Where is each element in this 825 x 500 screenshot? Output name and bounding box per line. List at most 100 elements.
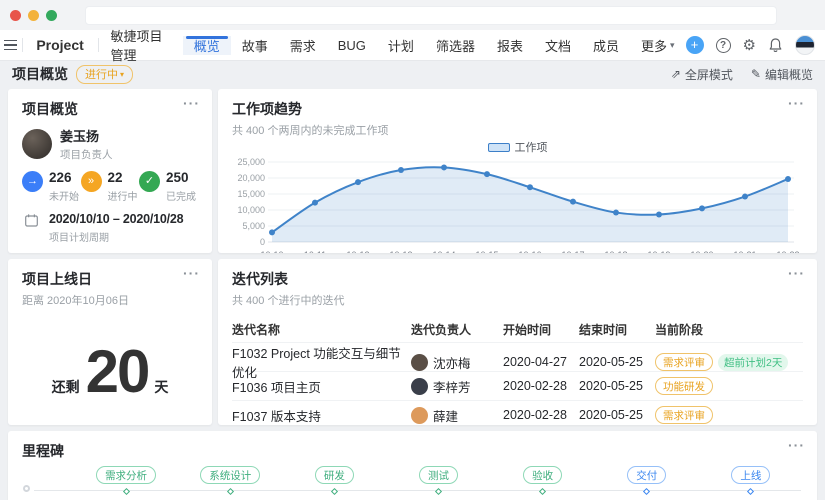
nav-tabs: 概览 故事 需求 BUG 计划 筛选器 报表 文档 成员 更多 ▾ bbox=[182, 35, 686, 55]
card-title: 项目概览 bbox=[22, 101, 78, 117]
help-icon[interactable]: ? bbox=[715, 37, 731, 53]
milestone-系统设计[interactable]: 系统设计状态: 已完成2020年10月02日 bbox=[178, 461, 282, 500]
stat-value: 250 bbox=[166, 170, 189, 185]
milestone-测试[interactable]: 测试状态: 已完成2020年10月05日 bbox=[386, 461, 490, 500]
owner-name: 薛建 bbox=[433, 409, 459, 424]
calendar-icon bbox=[22, 212, 40, 228]
fullscreen-button[interactable]: ⇗ 全屏模式 bbox=[671, 66, 733, 83]
milestone-marker-icon bbox=[643, 487, 651, 496]
column-header: 当前阶段 bbox=[655, 322, 704, 337]
table-row[interactable]: F1032 Project 功能交互与细节优化 沈亦梅 2020-04-27 2020… bbox=[232, 342, 803, 380]
start-date: 2020-04-27 bbox=[503, 355, 567, 369]
svg-text:10-20: 10-20 bbox=[690, 250, 713, 253]
milestone-marker-icon bbox=[434, 487, 443, 496]
window-zoom-button[interactable] bbox=[46, 9, 57, 21]
svg-text:10-12: 10-12 bbox=[346, 250, 369, 253]
user-avatar[interactable] bbox=[795, 35, 815, 55]
trend-line-chart[interactable]: 0 5,000 10,000 15,000 20,000 25,000 10-10 10-11… bbox=[232, 155, 799, 253]
menu-icon[interactable] bbox=[0, 39, 22, 51]
tab-plan[interactable]: 计划 bbox=[377, 36, 425, 55]
launch-day-card: 项目上线日 ··· 距离 2020年10月06日 还剩 20 天 bbox=[8, 259, 212, 425]
owner-avatar[interactable] bbox=[22, 129, 52, 159]
svg-text:10-11: 10-11 bbox=[304, 250, 326, 253]
milestone-label: 验收 bbox=[523, 466, 563, 484]
milestone-timeline: 需求分析状态: 未完成2020年10月01日系统设计状态: 已完成2020年10… bbox=[22, 461, 803, 500]
svg-text:15,000: 15,000 bbox=[237, 189, 265, 199]
milestone-需求分析[interactable]: 需求分析状态: 未完成2020年10月01日 bbox=[74, 461, 178, 500]
start-date: 2020-02-28 bbox=[503, 408, 567, 422]
product-name[interactable]: Project bbox=[22, 37, 97, 53]
milestone-card: 里程碑 ··· 需求分析状态: 未完成2020年10月01日系统设计状态: 已完… bbox=[8, 431, 817, 500]
owner-avatar bbox=[411, 353, 428, 371]
add-icon[interactable]: + bbox=[685, 36, 704, 54]
status-stats: → 226 未开始» 22 进行中 ✓ 250 已完成 bbox=[22, 170, 198, 203]
tab-requirement[interactable]: 需求 bbox=[279, 36, 327, 55]
more-menu-icon[interactable]: ··· bbox=[183, 265, 200, 281]
owner-avatar bbox=[411, 406, 428, 424]
tab-member[interactable]: 成员 bbox=[582, 36, 630, 55]
gear-icon[interactable]: ⚙ bbox=[743, 38, 756, 53]
bell-icon[interactable] bbox=[768, 37, 783, 53]
tab-overview[interactable]: 概览 bbox=[182, 35, 231, 55]
chevron-down-icon: ▾ bbox=[120, 69, 125, 79]
more-menu-icon[interactable]: ··· bbox=[788, 437, 805, 453]
chart-legend: 工作项 bbox=[232, 139, 803, 155]
milestone-研发[interactable]: 研发状态: 已完成2020年10月03日 bbox=[282, 461, 386, 500]
stat-进行中: » 22 进行中 bbox=[80, 170, 138, 203]
iteration-name[interactable]: F1032 Project 功能交互与细节优化 bbox=[232, 343, 411, 381]
tab-more[interactable]: 更多 ▾ bbox=[630, 36, 686, 55]
workspace-name[interactable]: 敏捷项目管理 bbox=[99, 26, 179, 64]
schedule-badge: 超前计划2天 bbox=[718, 353, 789, 371]
card-title: 工作项趋势 bbox=[232, 101, 302, 117]
end-date: 2020-05-25 bbox=[579, 379, 643, 393]
table-row[interactable]: F1037 版本支持 薛建 2020-02-28 2020-05-25 需求评审 bbox=[232, 400, 803, 425]
iteration-list-card: 迭代列表 ··· 共 400 个进行中的迭代 迭代名称 迭代负责人 开始时间 结束时间… bbox=[218, 259, 817, 425]
stage-badge: 功能研发 bbox=[655, 377, 713, 395]
milestone-上线[interactable]: 上线状态: 未完成2020年10月12日 bbox=[699, 461, 803, 500]
window-close-button[interactable] bbox=[10, 9, 21, 21]
stat-label: 未开始 bbox=[49, 191, 79, 203]
tab-story[interactable]: 故事 bbox=[231, 36, 279, 55]
milestone-交付[interactable]: 交付状态: 未完成2020年10月07日 bbox=[595, 461, 699, 500]
stat-value: 226 bbox=[49, 170, 72, 185]
svg-text:10-15: 10-15 bbox=[475, 250, 498, 253]
card-title: 迭代列表 bbox=[232, 271, 288, 287]
svg-text:10-18: 10-18 bbox=[604, 250, 627, 253]
remaining-prefix: 还剩 bbox=[51, 379, 80, 395]
page-header: 项目概览 进行中 ▾ ⇗ 全屏模式 ✎ 编辑概览 bbox=[0, 61, 825, 87]
stat-icon: → bbox=[22, 171, 43, 192]
stage-badge: 需求评审 bbox=[655, 406, 713, 424]
tab-report[interactable]: 报表 bbox=[486, 36, 534, 55]
milestone-label: 需求分析 bbox=[96, 466, 157, 484]
owner-name: 姜玉扬 bbox=[60, 129, 100, 144]
stat-未开始: → 226 未开始 bbox=[22, 170, 79, 203]
card-subtitle: 共 400 个进行中的迭代 bbox=[232, 295, 345, 307]
project-status-badge[interactable]: 进行中 ▾ bbox=[76, 64, 134, 84]
stat-icon: ✓ bbox=[139, 171, 160, 192]
svg-text:10-17: 10-17 bbox=[561, 250, 584, 253]
svg-text:10-14: 10-14 bbox=[432, 250, 455, 253]
milestone-label: 研发 bbox=[314, 466, 354, 484]
milestone-marker-icon bbox=[747, 487, 755, 496]
tab-doc[interactable]: 文档 bbox=[534, 36, 582, 55]
tab-filter[interactable]: 筛选器 bbox=[425, 36, 486, 55]
svg-text:10-10: 10-10 bbox=[260, 250, 283, 253]
column-header: 迭代负责人 bbox=[411, 322, 472, 337]
more-menu-icon[interactable]: ··· bbox=[788, 265, 805, 281]
iteration-name[interactable]: F1036 项目主页 bbox=[232, 377, 411, 396]
window-minimize-button[interactable] bbox=[28, 9, 39, 21]
address-bar[interactable] bbox=[85, 6, 777, 25]
remaining-suffix: 天 bbox=[154, 379, 169, 395]
end-date: 2020-05-25 bbox=[579, 408, 643, 422]
card-title: 里程碑 bbox=[22, 443, 64, 459]
iteration-name[interactable]: F1037 版本支持 bbox=[232, 406, 411, 425]
edit-overview-button[interactable]: ✎ 编辑概览 bbox=[751, 66, 813, 83]
more-menu-icon[interactable]: ··· bbox=[183, 95, 200, 111]
stat-value: 22 bbox=[107, 170, 123, 185]
status-badge-label: 进行中 bbox=[85, 69, 118, 81]
more-menu-icon[interactable]: ··· bbox=[788, 95, 805, 111]
tab-bug[interactable]: BUG bbox=[327, 36, 377, 55]
milestone-label: 测试 bbox=[418, 466, 458, 484]
milestone-验收[interactable]: 验收状态: 已完成2020年10月06日 bbox=[491, 461, 595, 500]
svg-text:10-19: 10-19 bbox=[647, 250, 670, 253]
